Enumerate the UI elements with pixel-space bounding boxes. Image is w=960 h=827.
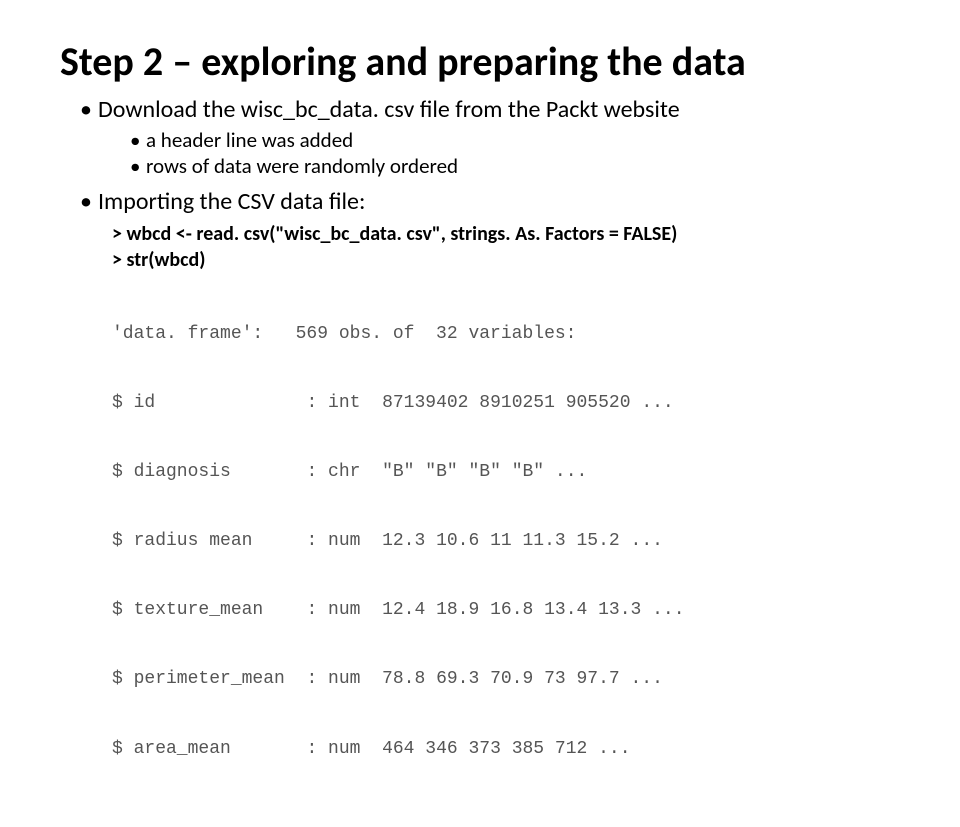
bullet-list: Download the wisc_bc_data. csv file from…	[60, 94, 900, 217]
bullet-1-sublist: a header line was added rows of data wer…	[98, 127, 900, 180]
row-name: $ area_mean	[112, 739, 231, 759]
row-type: : num	[306, 600, 360, 620]
str-header: 'data. frame': 569 obs. of 32 variables:	[112, 323, 900, 346]
bullet-1b-text: rows of data were randomly ordered	[146, 153, 458, 179]
row-name: $ perimeter_mean	[112, 669, 285, 689]
row-name: $ diagnosis	[112, 462, 231, 482]
row-vals: 87139402 8910251 905520 ...	[360, 393, 673, 413]
code-line-2: > str(wbcd)	[112, 247, 900, 273]
bullet-1a: a header line was added	[130, 127, 900, 153]
str-row-5: $ area_mean : num 464 346 373 385 712 ..…	[112, 738, 900, 761]
str-row-1: $ diagnosis : chr "B" "B" "B" "B" ...	[112, 461, 900, 484]
row-vals: "B" "B" "B" "B" ...	[360, 462, 587, 482]
row-pad	[231, 462, 307, 482]
str-row-4: $ perimeter_mean : num 78.8 69.3 70.9 73…	[112, 668, 900, 691]
bullet-1: Download the wisc_bc_data. csv file from…	[80, 94, 900, 180]
row-type: : num	[306, 669, 360, 689]
code-line-1: > wbcd <- read. csv("wisc_bc_data. csv",…	[112, 221, 900, 247]
row-pad	[155, 393, 306, 413]
row-type: : chr	[306, 462, 360, 482]
row-pad	[285, 669, 307, 689]
slide: Step 2 – exploring and preparing the dat…	[0, 0, 960, 827]
code-block: > wbcd <- read. csv("wisc_bc_data. csv",…	[112, 221, 900, 273]
row-pad	[263, 600, 306, 620]
row-vals: 78.8 69.3 70.9 73 97.7 ...	[360, 669, 662, 689]
row-vals: 12.3 10.6 11 11.3 15.2 ...	[360, 531, 662, 551]
row-name: $ radius mean	[112, 531, 252, 551]
bullet-2: Importing the CSV data file:	[80, 186, 900, 217]
row-type: : int	[306, 393, 360, 413]
row-vals: 464 346 373 385 712 ...	[360, 739, 630, 759]
str-row-3: $ texture_mean : num 12.4 18.9 16.8 13.4…	[112, 599, 900, 622]
row-name: $ texture_mean	[112, 600, 263, 620]
slide-title: Step 2 – exploring and preparing the dat…	[60, 40, 900, 84]
bullet-1b: rows of data were randomly ordered	[130, 153, 900, 179]
bullet-1-text: Download the wisc_bc_data. csv file from…	[98, 95, 680, 124]
row-pad	[231, 739, 307, 759]
row-name: $ id	[112, 393, 155, 413]
str-row-0: $ id : int 87139402 8910251 905520 ...	[112, 392, 900, 415]
row-type: : num	[306, 739, 360, 759]
row-type: : num	[306, 531, 360, 551]
row-pad	[252, 531, 306, 551]
str-row-2: $ radius mean : num 12.3 10.6 11 11.3 15…	[112, 530, 900, 553]
row-vals: 12.4 18.9 16.8 13.4 13.3 ...	[360, 600, 684, 620]
str-output: 'data. frame': 569 obs. of 32 variables:…	[112, 277, 900, 807]
bullet-2-text: Importing the CSV data file:	[98, 187, 365, 216]
bullet-1a-text: a header line was added	[146, 127, 353, 153]
